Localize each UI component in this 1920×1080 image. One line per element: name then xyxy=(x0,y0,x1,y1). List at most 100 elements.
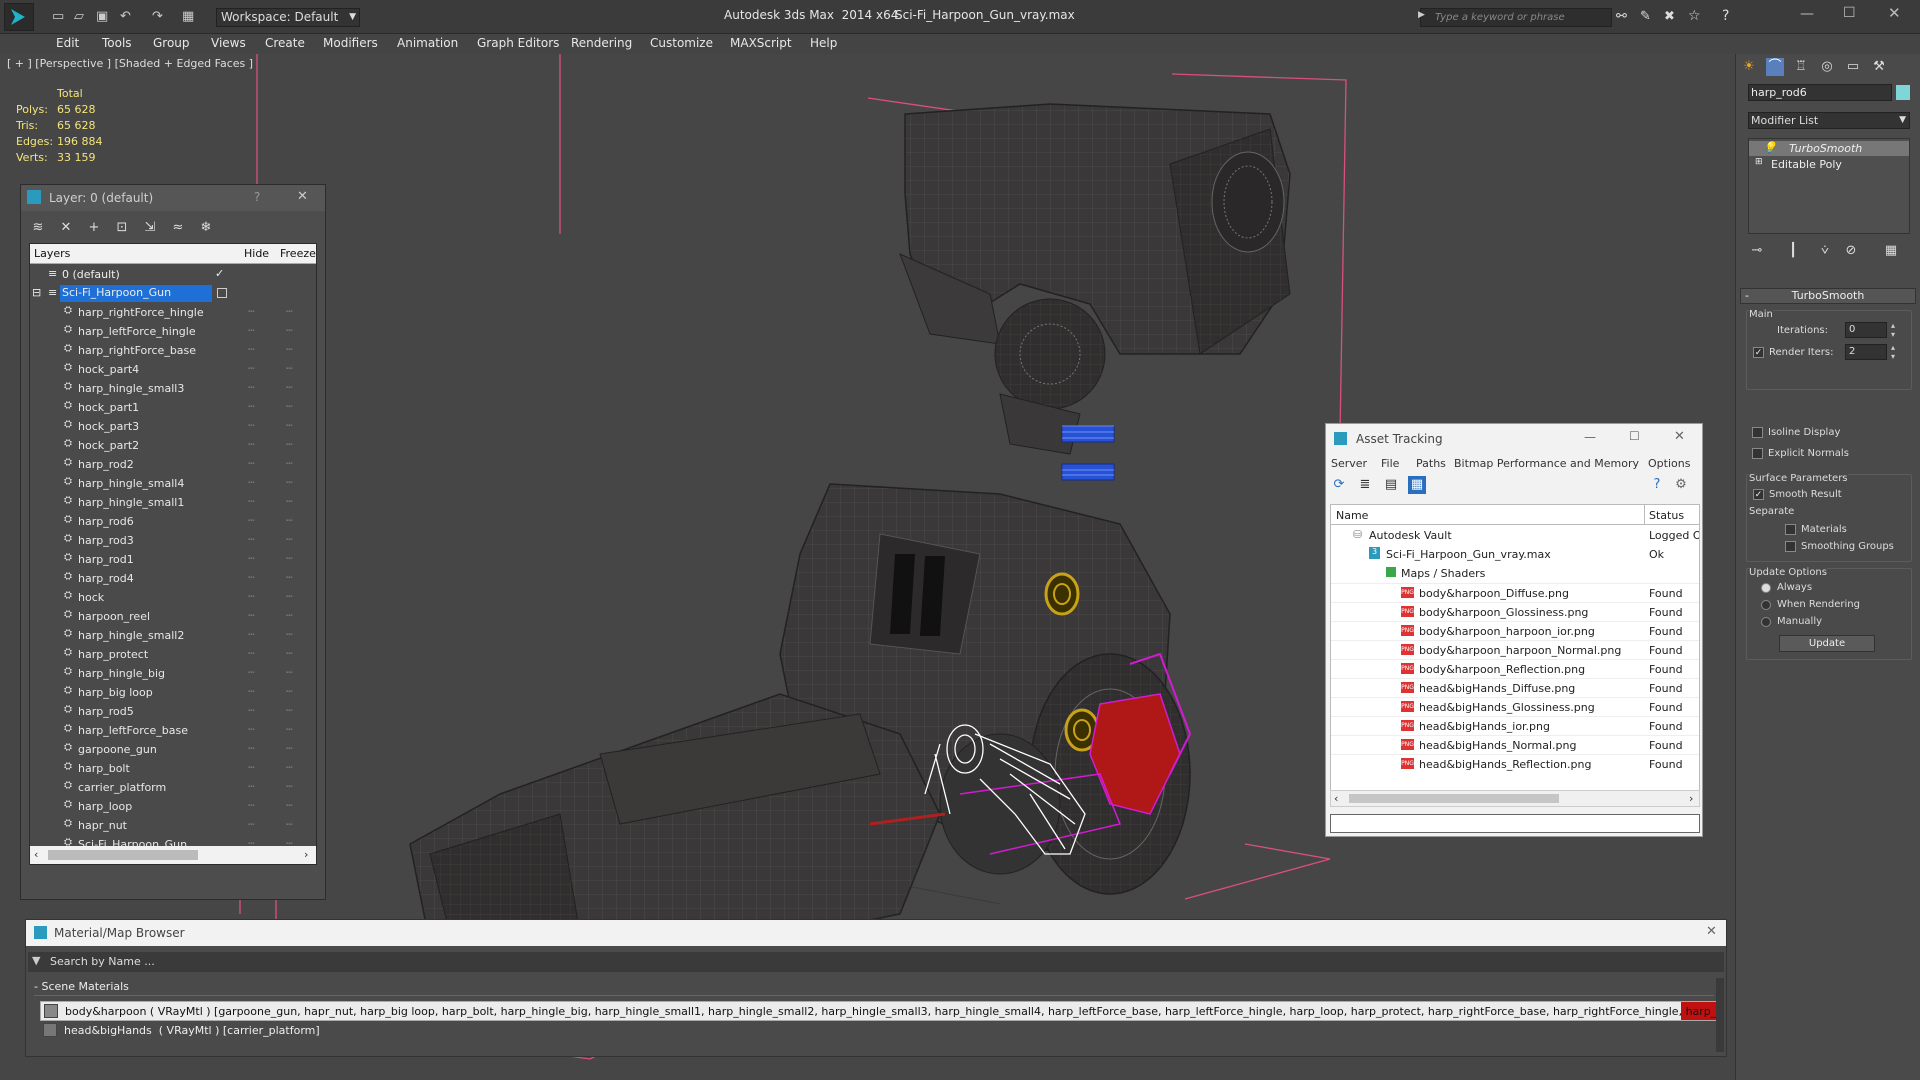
col-status-header[interactable]: Status xyxy=(1649,509,1684,522)
freeze-toggle-icon[interactable]: ┄ xyxy=(286,704,293,717)
menu-animation[interactable]: Animation xyxy=(397,36,458,50)
communication-icon[interactable]: ✖ xyxy=(1664,9,1675,24)
hide-toggle-icon[interactable]: ┄ xyxy=(248,533,255,546)
close-icon[interactable]: ✕ xyxy=(1674,429,1685,444)
hide-toggle-icon[interactable]: ┄ xyxy=(248,476,255,489)
hide-toggle-icon[interactable]: ┄ xyxy=(248,419,255,432)
explicit-normals-checkbox[interactable] xyxy=(1752,448,1763,459)
add-to-layer-icon[interactable]: + xyxy=(85,219,103,237)
lightbulb-icon[interactable]: 💡 xyxy=(1763,141,1777,154)
layer-object-row[interactable]: ⛭ harp_rightForce_hingle ┄ ┄ xyxy=(30,303,316,322)
undo-icon[interactable]: ↶ xyxy=(120,9,131,24)
show-end-result-icon[interactable]: ┃ xyxy=(1784,242,1802,260)
subscription-icon[interactable]: ✎ xyxy=(1640,9,1651,24)
search-arrow-icon[interactable]: ▶ xyxy=(1418,10,1425,20)
freeze-toggle-icon[interactable]: ┄ xyxy=(286,723,293,736)
freeze-toggle-icon[interactable]: ┄ xyxy=(286,381,293,394)
layer-object-row[interactable]: ⛭ harp_loop ┄ ┄ xyxy=(30,797,316,816)
hide-toggle-icon[interactable]: ┄ xyxy=(248,514,255,527)
material-vertical-scrollbar[interactable] xyxy=(1716,978,1724,1052)
maximize-window-icon[interactable]: ☐ xyxy=(1843,5,1856,21)
asset-map-row[interactable]: PNG head&bigHands_Diffuse.png Found xyxy=(1331,678,1699,697)
highlight-layer-icon[interactable]: ⇲ xyxy=(141,219,159,237)
layer-object-row[interactable]: ⛭ harp_rightForce_base ┄ ┄ xyxy=(30,341,316,360)
hide-toggle-icon[interactable]: ┄ xyxy=(248,799,255,812)
freeze-toggle-icon[interactable]: ┄ xyxy=(286,457,293,470)
asset-menu-paths[interactable]: Paths xyxy=(1416,457,1446,470)
modifier-list-dropdown[interactable]: Modifier List ▼ xyxy=(1748,112,1910,129)
manually-radio[interactable] xyxy=(1761,617,1771,627)
create-tab-icon[interactable]: ☀ xyxy=(1740,58,1758,76)
hide-toggle-icon[interactable]: ┄ xyxy=(248,438,255,451)
freeze-toggle-icon[interactable]: ┄ xyxy=(286,818,293,831)
render-iters-spinner[interactable]: 2 xyxy=(1845,344,1887,360)
hide-toggle-icon[interactable]: ┄ xyxy=(248,818,255,831)
layer-object-row[interactable]: ⛭ harpoon_reel ┄ ┄ xyxy=(30,607,316,626)
freeze-toggle-icon[interactable]: ┄ xyxy=(286,438,293,451)
hide-toggle-icon[interactable]: ┄ xyxy=(248,381,255,394)
active-layer-box-icon[interactable] xyxy=(217,288,227,298)
scroll-left-icon[interactable]: ‹ xyxy=(34,848,38,861)
freeze-toggle-icon[interactable]: ┄ xyxy=(286,514,293,527)
asset-menu-file[interactable]: File xyxy=(1381,457,1399,470)
asset-map-row[interactable]: PNG body&harpoon_harpoon_Normal.png Found xyxy=(1331,640,1699,659)
spinner-arrows-icon[interactable]: ▴ ▾ xyxy=(1891,321,1895,339)
layer-row-selected[interactable]: ⊟ ≡ Sci-Fi_Harpoon_Gun xyxy=(30,284,316,303)
freeze-toggle-icon[interactable]: ┄ xyxy=(286,571,293,584)
remove-modifier-icon[interactable]: ⊘ xyxy=(1842,242,1860,260)
close-icon[interactable]: ✕ xyxy=(297,189,308,204)
hide-toggle-icon[interactable]: ┄ xyxy=(248,552,255,565)
select-objects-icon[interactable]: ⊡ xyxy=(113,219,131,237)
render-iters-checkbox[interactable]: ✓ xyxy=(1753,347,1764,358)
asset-map-row[interactable]: PNG body&harpoon_Glossiness.png Found xyxy=(1331,602,1699,621)
viewport-label[interactable]: [ + ] [Perspective ] [Shaded + Edged Fac… xyxy=(7,57,253,70)
asset-menu-server[interactable]: Server xyxy=(1331,457,1367,470)
layer-object-row[interactable]: ⛭ harp_protect ┄ ┄ xyxy=(30,645,316,664)
material-browser-titlebar[interactable]: Material/Map Browser ✕ xyxy=(26,920,1726,946)
freeze-toggle-icon[interactable]: ┄ xyxy=(286,761,293,774)
layer-object-row[interactable]: ⛭ harp_big loop ┄ ┄ xyxy=(30,683,316,702)
hide-toggle-icon[interactable]: ┄ xyxy=(248,647,255,660)
layer-object-row[interactable]: ⛭ harp_hingle_big ┄ ┄ xyxy=(30,664,316,683)
layer-object-row[interactable]: ⛭ carrier_platform ┄ ┄ xyxy=(30,778,316,797)
layer-object-row[interactable]: ⛭ harp_hingle_small3 ┄ ┄ xyxy=(30,379,316,398)
hide-all-icon[interactable]: ≈ xyxy=(169,219,187,237)
layer-object-row[interactable]: ⛭ harp_rod5 ┄ ┄ xyxy=(30,702,316,721)
layer-object-row[interactable]: ⛭ harp_hingle_small4 ┄ ┄ xyxy=(30,474,316,493)
hide-toggle-icon[interactable]: ┄ xyxy=(248,495,255,508)
layer-object-row[interactable]: ⛭ hock_part2 ┄ ┄ xyxy=(30,436,316,455)
asset-menu-options[interactable]: Options xyxy=(1648,457,1690,470)
settings-icon[interactable]: ⚙ xyxy=(1672,476,1690,494)
material-row-2[interactable]: head&bigHands ( VRayMtl ) [carrier_platf… xyxy=(40,1021,1720,1041)
col-hide-header[interactable]: Hide xyxy=(244,247,269,260)
menu-tools[interactable]: Tools xyxy=(102,36,132,50)
layer-object-row[interactable]: ⛭ harp_rod3 ┄ ┄ xyxy=(30,531,316,550)
layer-object-row[interactable]: ⛭ garpoone_gun ┄ ┄ xyxy=(30,740,316,759)
scroll-right-icon[interactable]: › xyxy=(1689,792,1693,805)
col-freeze-header[interactable]: Freeze xyxy=(280,247,316,260)
binoculars-icon[interactable]: ⚯ xyxy=(1616,9,1627,24)
freeze-toggle-icon[interactable]: ┄ xyxy=(286,552,293,565)
layer-object-row[interactable]: ⛭ hapr_nut ┄ ┄ xyxy=(30,816,316,835)
freeze-toggle-icon[interactable]: ┄ xyxy=(286,419,293,432)
scene-materials-section[interactable]: - Scene Materials xyxy=(34,978,1714,996)
layer-object-row[interactable]: ⛭ harp_leftForce_hingle ┄ ┄ xyxy=(30,322,316,341)
close-window-icon[interactable]: ✕ xyxy=(1888,4,1901,22)
freeze-toggle-icon[interactable]: ┄ xyxy=(286,742,293,755)
asset-map-row[interactable]: PNG body&harpoon_Reflection.png Found xyxy=(1331,659,1699,678)
hide-toggle-icon[interactable]: ┄ xyxy=(248,590,255,603)
layer-horizontal-scrollbar[interactable]: ‹ › xyxy=(30,846,316,864)
hide-toggle-icon[interactable]: ┄ xyxy=(248,723,255,736)
menu-rendering[interactable]: Rendering xyxy=(571,36,632,50)
layer-object-row[interactable]: ⛭ harp_rod2 ┄ ┄ xyxy=(30,455,316,474)
freeze-toggle-icon[interactable]: ┄ xyxy=(286,628,293,641)
list-view-icon[interactable]: ≣ xyxy=(1356,476,1374,494)
freeze-toggle-icon[interactable]: ┄ xyxy=(286,476,293,489)
asset-panel-titlebar[interactable]: Asset Tracking — ☐ ✕ xyxy=(1326,424,1702,454)
scroll-left-icon[interactable]: ‹ xyxy=(1334,792,1338,805)
column-divider[interactable] xyxy=(1644,505,1645,525)
hide-toggle-icon[interactable]: ┄ xyxy=(248,704,255,717)
table-view-icon[interactable]: ▦ xyxy=(1408,476,1426,494)
help-icon[interactable]: ? xyxy=(254,190,260,204)
asset-map-row[interactable]: PNG body&harpoon_harpoon_ior.png Found xyxy=(1331,621,1699,640)
